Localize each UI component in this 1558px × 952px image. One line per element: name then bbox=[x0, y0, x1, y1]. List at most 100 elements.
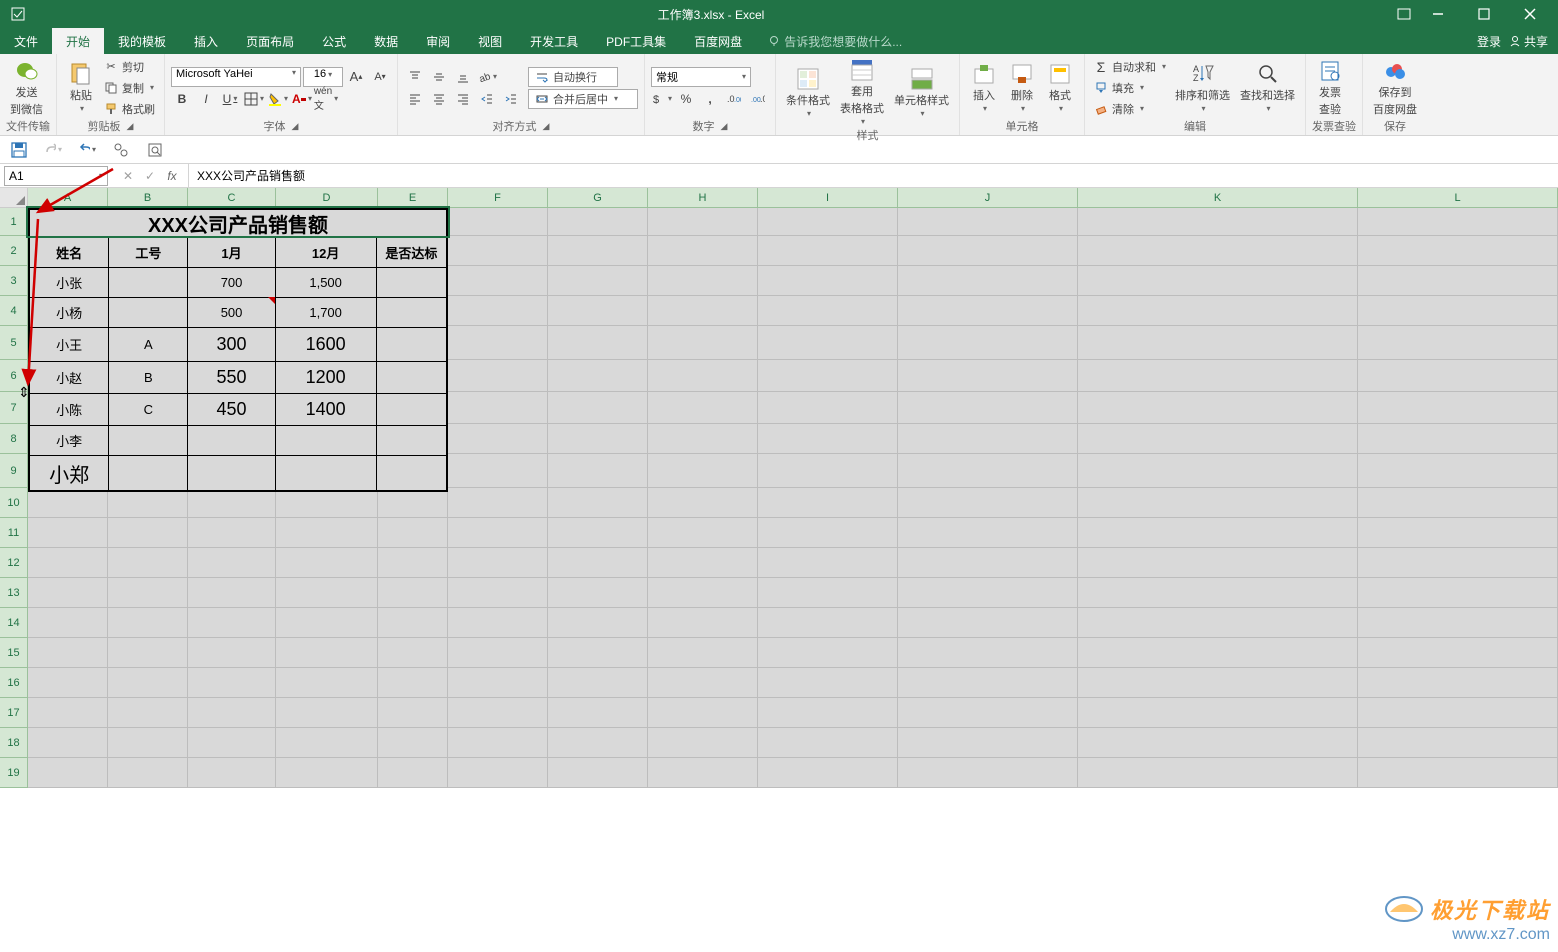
cell[interactable] bbox=[758, 392, 898, 424]
cell[interactable] bbox=[758, 548, 898, 578]
cell[interactable] bbox=[1358, 326, 1558, 360]
cell[interactable] bbox=[1078, 266, 1358, 296]
row-headers[interactable]: 12345678910111213141516171819 bbox=[0, 208, 28, 788]
cell[interactable] bbox=[448, 424, 548, 454]
table-cell[interactable] bbox=[188, 426, 275, 456]
wrap-text-button[interactable]: 自动换行 bbox=[528, 67, 618, 87]
table-cell[interactable] bbox=[109, 298, 188, 328]
row-header-1[interactable]: 1 bbox=[0, 208, 28, 236]
cell[interactable] bbox=[548, 488, 648, 518]
cell[interactable] bbox=[1358, 608, 1558, 638]
cell[interactable] bbox=[758, 424, 898, 454]
cell[interactable] bbox=[648, 758, 758, 788]
cell[interactable] bbox=[448, 668, 548, 698]
cell[interactable] bbox=[448, 360, 548, 392]
table-cell[interactable]: 小王 bbox=[30, 328, 109, 362]
cell[interactable] bbox=[898, 608, 1078, 638]
table-cell[interactable]: 500 bbox=[188, 298, 275, 328]
cell[interactable] bbox=[1358, 518, 1558, 548]
cell[interactable] bbox=[548, 454, 648, 488]
cell[interactable] bbox=[1358, 424, 1558, 454]
cell[interactable] bbox=[108, 488, 188, 518]
align-top-button[interactable] bbox=[404, 67, 426, 87]
cell[interactable] bbox=[1078, 208, 1358, 236]
cell[interactable] bbox=[648, 518, 758, 548]
cell[interactable] bbox=[1078, 488, 1358, 518]
cell[interactable] bbox=[548, 208, 648, 236]
cell[interactable] bbox=[1078, 360, 1358, 392]
table-cell[interactable]: 450 bbox=[188, 394, 275, 426]
cell[interactable] bbox=[648, 698, 758, 728]
cell[interactable] bbox=[378, 758, 448, 788]
align-bottom-button[interactable] bbox=[452, 67, 474, 87]
format-cells-button[interactable]: 格式▾ bbox=[1042, 60, 1078, 115]
minimize-button[interactable] bbox=[1418, 3, 1458, 25]
cell[interactable] bbox=[378, 578, 448, 608]
cell[interactable] bbox=[28, 638, 108, 668]
cell[interactable] bbox=[448, 548, 548, 578]
col-header-K[interactable]: K bbox=[1078, 188, 1358, 208]
cell[interactable] bbox=[758, 608, 898, 638]
cell[interactable] bbox=[898, 548, 1078, 578]
cell[interactable] bbox=[276, 638, 378, 668]
cell[interactable] bbox=[1078, 758, 1358, 788]
table-cell[interactable]: 小张 bbox=[30, 268, 109, 298]
table-cell[interactable]: 700 bbox=[188, 268, 275, 298]
cell[interactable] bbox=[448, 578, 548, 608]
cell[interactable] bbox=[1358, 548, 1558, 578]
cancel-formula-button[interactable]: ✕ bbox=[118, 169, 138, 183]
insert-cells-button[interactable]: 插入▾ bbox=[966, 60, 1002, 115]
cell[interactable] bbox=[378, 608, 448, 638]
cell[interactable] bbox=[758, 296, 898, 326]
cell[interactable] bbox=[898, 424, 1078, 454]
align-center-button[interactable] bbox=[428, 89, 450, 109]
cell[interactable] bbox=[1078, 608, 1358, 638]
cell[interactable] bbox=[758, 488, 898, 518]
cell[interactable] bbox=[648, 424, 758, 454]
cell[interactable] bbox=[758, 266, 898, 296]
cell[interactable] bbox=[448, 608, 548, 638]
cell[interactable] bbox=[648, 548, 758, 578]
cell[interactable] bbox=[28, 668, 108, 698]
cell[interactable] bbox=[276, 488, 378, 518]
name-box[interactable]: A1▾ bbox=[4, 166, 108, 186]
cell[interactable] bbox=[378, 698, 448, 728]
increase-decimal-button[interactable]: .0.00 bbox=[723, 89, 745, 109]
table-cell[interactable] bbox=[276, 426, 377, 456]
cell[interactable] bbox=[648, 392, 758, 424]
cell[interactable] bbox=[758, 638, 898, 668]
fill-color-button[interactable]: ▾ bbox=[267, 89, 289, 109]
cell[interactable] bbox=[648, 668, 758, 698]
table-cell[interactable] bbox=[276, 456, 377, 490]
cell[interactable] bbox=[108, 638, 188, 668]
cell[interactable] bbox=[648, 488, 758, 518]
cell[interactable] bbox=[108, 668, 188, 698]
table-cell[interactable]: 300 bbox=[188, 328, 275, 362]
cell[interactable] bbox=[898, 392, 1078, 424]
cell[interactable] bbox=[548, 608, 648, 638]
cell[interactable] bbox=[276, 668, 378, 698]
table-cell[interactable] bbox=[377, 298, 446, 328]
table-cell[interactable]: 小李 bbox=[30, 426, 109, 456]
cell[interactable] bbox=[108, 578, 188, 608]
cell[interactable] bbox=[108, 518, 188, 548]
row-header-17[interactable]: 17 bbox=[0, 698, 28, 728]
align-left-button[interactable] bbox=[404, 89, 426, 109]
cell[interactable] bbox=[188, 578, 276, 608]
cell[interactable] bbox=[548, 638, 648, 668]
cell[interactable] bbox=[448, 698, 548, 728]
cell[interactable] bbox=[648, 728, 758, 758]
cell[interactable] bbox=[758, 728, 898, 758]
select-all-button[interactable] bbox=[0, 188, 28, 208]
bold-button[interactable]: B bbox=[171, 89, 193, 109]
cell[interactable] bbox=[898, 454, 1078, 488]
table-cell[interactable] bbox=[377, 456, 446, 490]
menu-tab-4[interactable]: 页面布局 bbox=[232, 28, 308, 54]
cell[interactable] bbox=[276, 608, 378, 638]
undo-button[interactable]: ▾ bbox=[78, 141, 96, 159]
cell[interactable] bbox=[648, 608, 758, 638]
cell[interactable] bbox=[378, 518, 448, 548]
cell[interactable] bbox=[898, 236, 1078, 266]
cell[interactable] bbox=[548, 728, 648, 758]
cell[interactable] bbox=[276, 698, 378, 728]
